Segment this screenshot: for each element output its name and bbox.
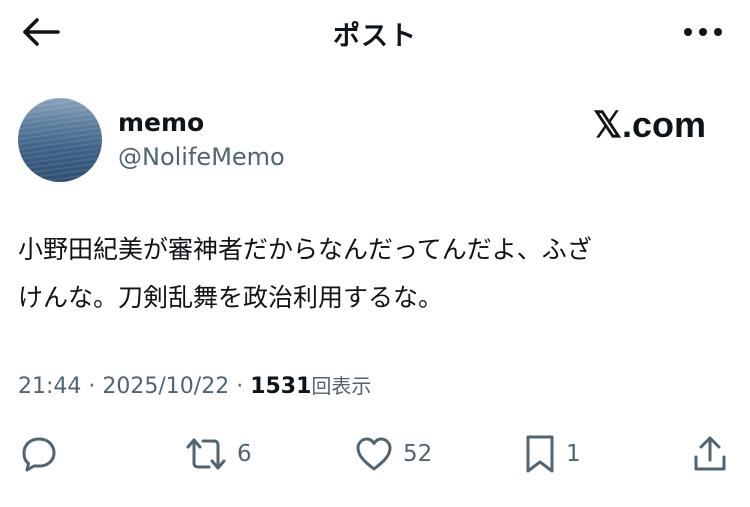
page-title: ポスト (333, 21, 417, 52)
repost-count: 6 (237, 441, 252, 467)
author-display-name[interactable]: memo (118, 108, 204, 137)
share-icon (694, 436, 726, 471)
meta-separator: · (81, 374, 103, 399)
tweet-meta: 21:44 · 2025/10/22 · 1531回表示 (18, 370, 371, 399)
tweet-text-line: けんな。刀剣乱舞を政治利用するな。 (18, 283, 444, 312)
tweet-text-line: 小野田紀美が審神者だからなんだってんだよ、ふざ (18, 235, 592, 264)
reply-button[interactable] (20, 428, 58, 480)
tweet-date[interactable]: 2025/10/22 (102, 374, 229, 399)
bookmark-button[interactable]: 1 (524, 428, 581, 480)
heart-icon (356, 437, 392, 471)
author-handle[interactable]: @NolifeMemo (118, 143, 285, 171)
like-button[interactable]: 52 (355, 428, 432, 480)
bookmark-count: 1 (566, 441, 581, 467)
views-label: 回表示 (311, 374, 372, 398)
ellipsis-icon (684, 28, 722, 36)
more-options-button[interactable] (678, 14, 728, 50)
repost-icon (186, 438, 226, 470)
repost-button[interactable]: 6 (185, 428, 252, 480)
reply-icon (22, 437, 56, 472)
tweet-time[interactable]: 21:44 (18, 374, 81, 399)
x-com-watermark: 𝕏.com (592, 104, 706, 145)
avatar[interactable] (18, 98, 102, 182)
views-count[interactable]: 1531 (250, 374, 311, 399)
tweet-text: 小野田紀美が審神者だからなんだってんだよ、ふざ けんな。刀剣乱舞を政治利用するな… (18, 226, 730, 322)
meta-separator: · (229, 374, 251, 399)
bookmark-icon (526, 435, 554, 473)
top-bar: ポスト (0, 0, 750, 66)
action-bar: 6 52 1 (0, 428, 750, 480)
like-count: 52 (403, 441, 433, 467)
share-button[interactable] (692, 428, 728, 480)
